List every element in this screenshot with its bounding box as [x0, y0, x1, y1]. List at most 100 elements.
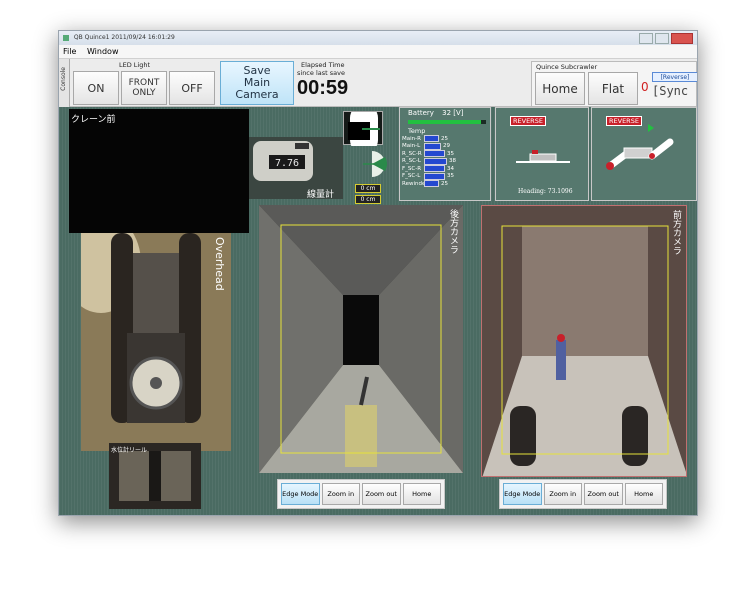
- main-view: クレーン前 7.76 線量計 0 cm 0 cm Battery 32 [V] …: [59, 104, 697, 515]
- heading-panel: REVERSE Heading: 73.1096: [495, 107, 589, 201]
- rear-camera-image: [259, 205, 463, 473]
- temp-bar: [424, 165, 445, 173]
- front-camera: 前方カメラ: [481, 205, 687, 477]
- front-camera-controls: Edge Mode Zoom in Zoom out Home: [499, 479, 667, 509]
- pitch-icon: [348, 104, 380, 154]
- temp-value: 25: [441, 135, 448, 142]
- roll-icon: [363, 151, 388, 177]
- temp-list: Main-R 25 Main-L 29 R_SC-R 35 R_SC-L 38 …: [402, 135, 490, 188]
- rear-camera: 後方カメラ: [259, 205, 463, 473]
- temp-row: Main-L 29: [402, 142, 490, 151]
- temp-label: Temp: [408, 127, 426, 135]
- overhead-image: [81, 233, 231, 451]
- temp-name: R_SC-L: [402, 158, 421, 165]
- gauge-label: 線量計: [307, 190, 335, 199]
- save-main-camera-button[interactable]: Save Main Camera: [220, 61, 294, 105]
- reel-label: 水位計リール: [111, 447, 148, 454]
- overhead-camera: Overhead: [81, 233, 231, 451]
- rear-zoom-out-button[interactable]: Zoom out: [362, 483, 401, 505]
- battery-voltage: 32 [V]: [442, 109, 464, 117]
- gauge-camera: 7.76 線量計: [249, 137, 343, 199]
- elapsed-label-line2: since last save: [297, 69, 345, 77]
- toolbar: Console LED Light ON FRONT ONLY OFF Save…: [59, 59, 697, 107]
- led-off-button[interactable]: OFF: [169, 71, 215, 105]
- subcrawler-group: Quince Subcrawler Home Flat 0 [Reverse] …: [531, 61, 697, 107]
- front-camera-label: 前方カメラ: [671, 210, 681, 255]
- temp-name: Main-R: [402, 135, 421, 142]
- temp-value: 25: [441, 180, 448, 187]
- temp-value: 29: [443, 143, 450, 150]
- rear-zoom-in-button[interactable]: Zoom in: [321, 483, 360, 505]
- led-light-label: LED Light: [119, 61, 151, 69]
- robot-side-icon: [516, 150, 570, 163]
- maximize-icon[interactable]: [655, 33, 669, 44]
- console-tab-label: Console: [60, 67, 67, 91]
- front-edge-mode-button[interactable]: Edge Mode: [503, 483, 542, 505]
- title-bar: QB Quince1 2011/09/24 16:01:29: [59, 31, 697, 45]
- rear-edge-mode-button[interactable]: Edge Mode: [281, 483, 320, 505]
- svg-text:7.76: 7.76: [275, 158, 299, 169]
- attitude-pitch-indicator: [343, 104, 383, 154]
- temp-row: F_SC-R 34: [402, 165, 490, 173]
- menu-file[interactable]: File: [63, 47, 76, 56]
- front-zoom-in-button[interactable]: Zoom in: [543, 483, 582, 505]
- temp-bar: [424, 157, 447, 165]
- temp-value: 38: [449, 158, 456, 165]
- depth-top-readout: 0 cm: [355, 184, 381, 193]
- crane-front-label: クレーン前: [71, 115, 116, 125]
- rear-camera-controls: Edge Mode Zoom in Zoom out Home: [277, 479, 445, 509]
- menu-bar: File Window: [59, 45, 697, 59]
- temp-name: F_SC-L: [402, 173, 421, 180]
- battery-bar-fill: [408, 120, 481, 124]
- elapsed-time-value: 00:59: [297, 77, 349, 99]
- menu-window[interactable]: Window: [87, 47, 119, 56]
- temp-name: Rewinder: [402, 180, 428, 187]
- robot-pose-icon: [606, 124, 674, 170]
- subcrawler-label: Quince Subcrawler: [536, 63, 598, 71]
- temp-bar: [424, 142, 441, 150]
- overhead-label: Overhead: [213, 237, 226, 291]
- front-camera-image: [482, 206, 686, 476]
- temp-row: R_SC-L 38: [402, 157, 490, 166]
- temp-value: 34: [447, 165, 454, 172]
- rear-home-button[interactable]: Home: [402, 483, 441, 505]
- subcrawler-home-button[interactable]: Home: [535, 72, 585, 105]
- temp-value: 35: [447, 173, 454, 180]
- rear-camera-label: 後方カメラ: [448, 209, 458, 254]
- close-icon[interactable]: [671, 33, 693, 44]
- temp-row: F_SC-L 35: [402, 172, 490, 181]
- subcrawler-sync-toggle[interactable]: [Sync: [652, 84, 688, 98]
- battery-label-text: Battery: [408, 109, 434, 117]
- save-label-line2: Main Camera: [235, 76, 279, 101]
- minimize-icon[interactable]: [639, 33, 653, 44]
- temp-name: Main-L: [402, 143, 421, 150]
- crane-front-camera: クレーン前: [69, 109, 249, 233]
- battery-bar: [408, 120, 486, 124]
- heading-reverse-badge: REVERSE: [510, 116, 546, 126]
- temp-row: R_SC-R 35: [402, 150, 490, 158]
- temp-bar: [424, 172, 445, 180]
- depth-bottom-readout: 0 cm: [355, 195, 381, 204]
- app-window: QB Quince1 2011/09/24 16:01:29 File Wind…: [58, 30, 698, 516]
- led-on-button[interactable]: ON: [73, 71, 119, 105]
- front-zoom-out-button[interactable]: Zoom out: [584, 483, 623, 505]
- battery-label: Battery 32 [V]: [408, 109, 464, 117]
- front-home-button[interactable]: Home: [624, 483, 663, 505]
- temp-name: F_SC-R: [402, 165, 422, 172]
- temp-bar: [424, 135, 439, 143]
- temp-row: Main-R 25: [402, 135, 490, 143]
- heading-value: Heading: 73.1096: [518, 188, 573, 195]
- subcrawler-reverse-toggle[interactable]: [Reverse]: [652, 72, 697, 82]
- temp-name: R_SC-R: [402, 150, 422, 157]
- temp-value: 35: [447, 150, 454, 157]
- subcrawler-value: 0: [641, 80, 649, 94]
- console-tab[interactable]: Console: [59, 59, 70, 107]
- reel-camera: 水位計リール: [109, 443, 201, 509]
- attitude-roll-indicator: [357, 149, 388, 179]
- led-front-only-button[interactable]: FRONT ONLY: [121, 71, 167, 105]
- temp-bar: [424, 180, 439, 188]
- pose-panel: REVERSE: [591, 107, 697, 201]
- window-controls: [639, 33, 693, 44]
- subcrawler-flat-button[interactable]: Flat: [588, 72, 638, 105]
- window-title: QB Quince1 2011/09/24 16:01:29: [73, 34, 175, 41]
